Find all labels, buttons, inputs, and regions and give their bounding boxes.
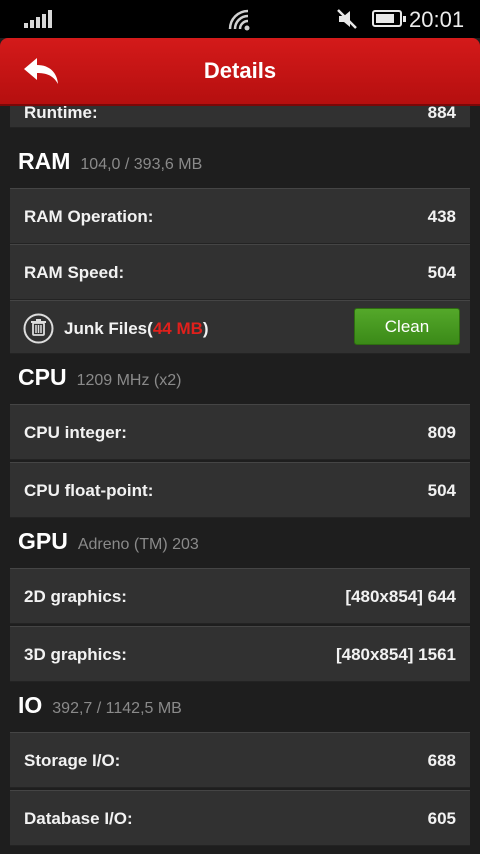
- ram-section-header: RAM 104,0 / 393,6 MB: [18, 148, 202, 184]
- trash-icon: [23, 313, 54, 344]
- database-io-label: Database I/O:: [24, 809, 133, 828]
- junk-files-label: Junk Files(44 MB): [64, 319, 209, 339]
- junk-files-row: Junk Files(44 MB) Clean: [10, 300, 470, 354]
- ram-operation-value: 438: [427, 207, 456, 226]
- io-section-header: IO 392,7 / 1142,5 MB: [18, 692, 182, 728]
- graphics-3d-value: [480x854] 1561: [335, 645, 456, 664]
- storage-io-row: Storage I/O: 688: [10, 732, 470, 788]
- graphics-3d-label: 3D graphics:: [24, 645, 127, 664]
- wifi-icon: [228, 9, 250, 31]
- io-subtitle: 392,7 / 1142,5 MB: [52, 700, 182, 717]
- storage-io-label: Storage I/O:: [24, 751, 121, 770]
- cpu-integer-row: CPU integer: 809: [10, 404, 470, 460]
- junk-size: 44 MB: [152, 319, 203, 338]
- gpu-subtitle: Adreno (TM) 203: [77, 536, 199, 553]
- junk-files-text: Junk Files: [64, 319, 148, 338]
- io-title: IO: [18, 692, 43, 718]
- ram-operation-label: RAM Operation:: [24, 207, 154, 226]
- cpu-float-row: CPU float-point: 504: [10, 462, 470, 518]
- cpu-section-header: CPU 1209 MHz (x2): [18, 364, 181, 400]
- mute-icon: [337, 9, 357, 29]
- cpu-subtitle: 1209 MHz (x2): [76, 372, 182, 389]
- details-list: Runtime: 884 RAM 104,0 / 393,6 MB RAM Op…: [0, 106, 480, 854]
- page-title: Details: [203, 58, 277, 83]
- graphics-3d-row: 3D graphics: [480x854] 1561: [10, 626, 470, 682]
- graphics-2d-value: [480x854] 644: [345, 587, 456, 606]
- ram-title: RAM: [18, 148, 71, 174]
- ram-operation-row: RAM Operation: 438: [10, 188, 470, 244]
- gpu-title: GPU: [18, 528, 68, 554]
- database-io-value: 605: [427, 809, 456, 828]
- status-bar: 20:01: [0, 0, 480, 38]
- ram-speed-label: RAM Speed:: [24, 263, 125, 282]
- cpu-float-value: 504: [427, 481, 456, 500]
- cpu-integer-label: CPU integer:: [24, 423, 127, 442]
- title-bar: Details: [0, 38, 480, 106]
- junk-close-paren: ): [202, 319, 209, 338]
- runtime-label: Runtime:: [24, 106, 98, 122]
- runtime-row: Runtime: 884: [10, 106, 470, 128]
- storage-io-value: 688: [427, 751, 456, 770]
- clean-button[interactable]: Clean: [354, 308, 460, 345]
- cpu-float-label: CPU float-point:: [24, 481, 154, 500]
- runtime-value: 884: [427, 106, 456, 122]
- ram-speed-value: 504: [427, 263, 456, 282]
- graphics-2d-label: 2D graphics:: [24, 587, 127, 606]
- signal-icon: [24, 10, 52, 28]
- clock: 20:01: [409, 7, 465, 32]
- graphics-2d-row: 2D graphics: [480x854] 644: [10, 568, 470, 624]
- gpu-section-header: GPU Adreno (TM) 203: [18, 528, 199, 564]
- ram-subtitle: 104,0 / 393,6 MB: [80, 156, 203, 173]
- cpu-title: CPU: [18, 364, 67, 390]
- ram-speed-row: RAM Speed: 504: [10, 244, 470, 300]
- battery-icon: [372, 10, 406, 27]
- database-io-row: Database I/O: 605: [10, 790, 470, 846]
- cpu-integer-value: 809: [427, 423, 456, 442]
